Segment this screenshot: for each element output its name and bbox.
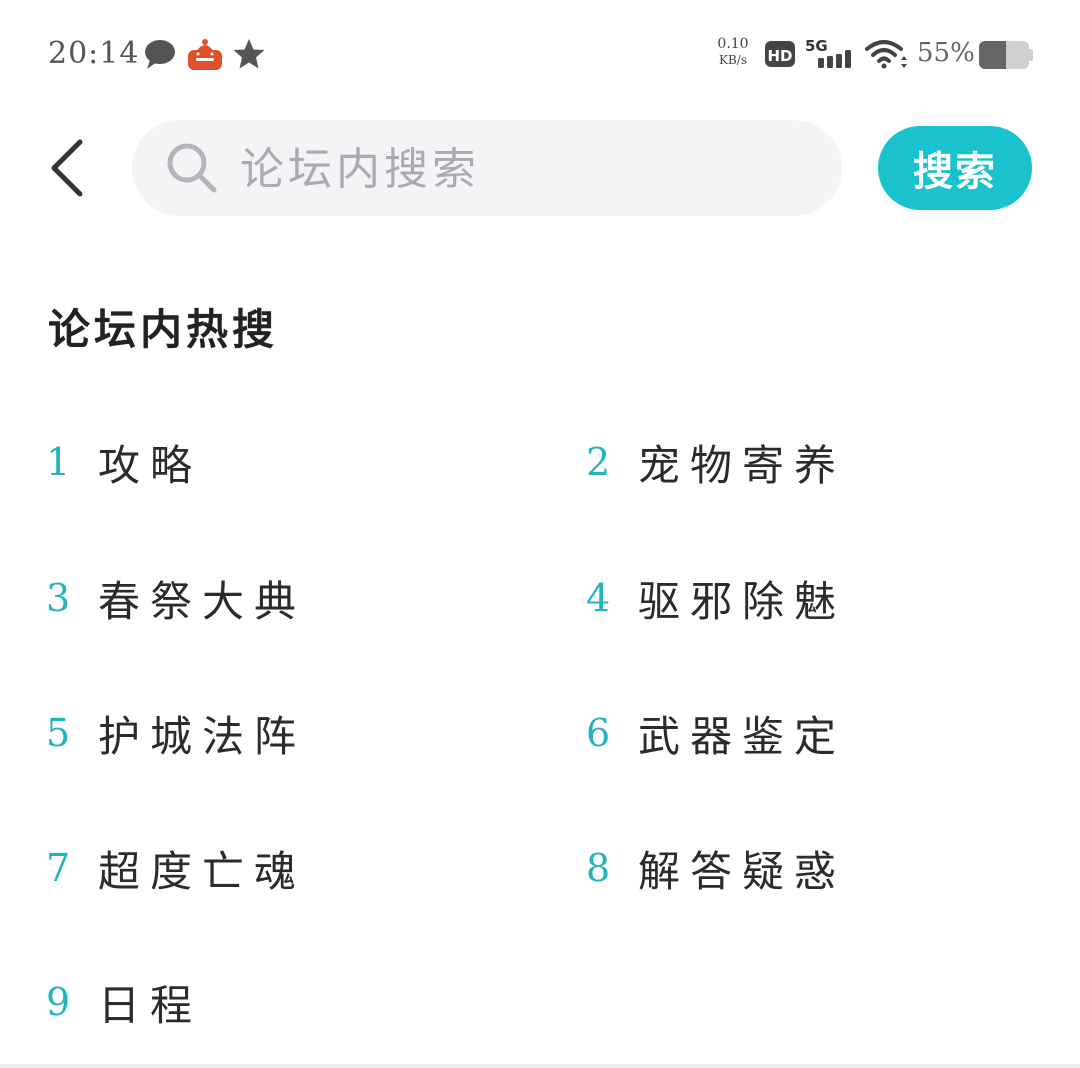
hot-search-rank: 5 bbox=[46, 711, 71, 755]
hot-search-rank: 6 bbox=[586, 711, 611, 755]
bottom-divider bbox=[0, 1064, 1080, 1068]
hot-search-rank: 2 bbox=[586, 440, 611, 484]
hot-search-item-9[interactable]: 9 日程 bbox=[46, 972, 202, 1032]
hot-search-rank: 8 bbox=[586, 846, 611, 890]
search-input[interactable] bbox=[238, 136, 802, 202]
search-icon bbox=[167, 143, 217, 193]
chat-bubble-icon bbox=[145, 40, 175, 69]
hot-search-item-1[interactable]: 1 攻略 bbox=[46, 432, 202, 492]
search-button[interactable]: 搜索 bbox=[878, 126, 1032, 210]
hot-search-label: 日程 bbox=[98, 980, 203, 1030]
hot-search-rank: 7 bbox=[46, 846, 71, 890]
status-bar: 20:14 0.10 KB/s HD 5G 55% bbox=[0, 0, 1080, 108]
battery-icon bbox=[979, 41, 1033, 69]
hot-search-rank: 9 bbox=[46, 980, 71, 1024]
svg-text:5G: 5G bbox=[805, 37, 828, 55]
signal-5g-icon: 5G bbox=[805, 37, 851, 68]
wifi-icon bbox=[865, 40, 907, 69]
hot-search-label: 超度亡魂 bbox=[98, 846, 307, 896]
hot-search-item-6[interactable]: 6 武器鉴定 bbox=[586, 703, 846, 763]
hot-search-label: 宠物寄养 bbox=[638, 440, 847, 490]
app-notification-icon bbox=[188, 39, 222, 70]
hot-search-label: 春祭大典 bbox=[98, 576, 307, 626]
section-title-hot-search: 论坛内热搜 bbox=[48, 305, 279, 354]
hot-search-label: 攻略 bbox=[98, 440, 203, 490]
star-icon bbox=[233, 39, 265, 69]
search-box[interactable] bbox=[132, 120, 842, 216]
hot-search-item-5[interactable]: 5 护城法阵 bbox=[46, 703, 306, 763]
hd-icon: HD bbox=[765, 41, 795, 67]
hot-search-label: 护城法阵 bbox=[98, 711, 307, 761]
hot-search-item-4[interactable]: 4 驱邪除魅 bbox=[586, 568, 846, 628]
hot-search-label: 武器鉴定 bbox=[638, 711, 847, 761]
back-arrow-icon[interactable] bbox=[46, 136, 96, 200]
hot-search-item-3[interactable]: 3 春祭大典 bbox=[46, 568, 306, 628]
hot-search-item-2[interactable]: 2 宠物寄养 bbox=[586, 432, 846, 492]
hot-search-rank: 3 bbox=[46, 576, 71, 620]
hot-search-item-8[interactable]: 8 解答疑惑 bbox=[586, 838, 846, 898]
hot-search-label: 解答疑惑 bbox=[638, 846, 847, 896]
network-speed: 0.10 KB/s bbox=[717, 36, 749, 67]
status-time: 20:14 bbox=[48, 36, 140, 71]
hot-search-rank: 4 bbox=[586, 576, 611, 620]
hot-search-rank: 1 bbox=[46, 440, 71, 484]
hot-search-item-7[interactable]: 7 超度亡魂 bbox=[46, 838, 306, 898]
battery-percent: 55% bbox=[917, 38, 975, 68]
svg-text:HD: HD bbox=[767, 47, 792, 65]
hot-search-label: 驱邪除魅 bbox=[638, 576, 847, 626]
